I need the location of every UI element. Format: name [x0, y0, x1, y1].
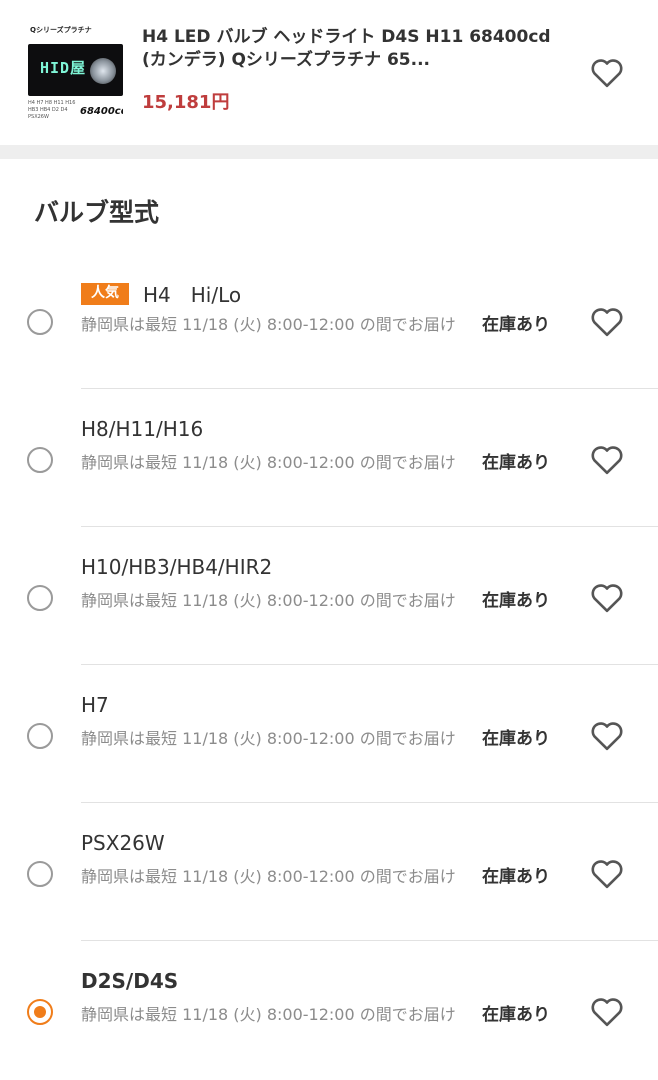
heart-outline-icon[interactable] [587, 577, 627, 617]
product-thumbnail[interactable]: Qシリーズプラチナ HID屋 H4 H7 H8 H11 H16 HB3 HB4 … [28, 22, 123, 120]
delivery-estimate: 静岡県は最短 11/18 (火) 8:00-12:00 の間でお届け [81, 591, 456, 610]
variant-row[interactable]: H10/HB3/HB4/HIR2 静岡県は最短 11/18 (火) 8:00-12… [0, 527, 658, 665]
stock-status: 在庫あり [482, 729, 550, 749]
radio-button[interactable] [27, 861, 53, 887]
thumbnail-brand: Qシリーズプラチナ [30, 26, 92, 34]
thumbnail-candela: 68400cd [80, 106, 123, 117]
stock-status: 在庫あり [482, 867, 550, 887]
heart-outline-icon[interactable] [587, 301, 627, 341]
stock-status: 在庫あり [482, 315, 550, 335]
radio-button[interactable] [27, 585, 53, 611]
variant-name: H10/HB3/HB4/HIR2 [81, 555, 273, 579]
radio-selected[interactable] [27, 999, 53, 1025]
popular-badge: 人気 [81, 282, 129, 305]
heart-outline-icon[interactable] [587, 853, 627, 893]
variant-header: PSX26W [81, 831, 165, 855]
radio-button[interactable] [27, 309, 53, 335]
product-price: 15,181円 [142, 92, 230, 113]
variant-row[interactable]: H8/H11/H16 静岡県は最短 11/18 (火) 8:00-12:00 の間… [0, 389, 658, 527]
delivery-estimate: 静岡県は最短 11/18 (火) 8:00-12:00 の間でお届け [81, 867, 456, 886]
delivery-estimate: 静岡県は最短 11/18 (火) 8:00-12:00 の間でお届け [81, 1005, 456, 1024]
variant-name: H7 [81, 693, 109, 717]
variant-name: H8/H11/H16 [81, 417, 204, 441]
stock-status: 在庫あり [482, 1005, 550, 1025]
variant-header: H10/HB3/HB4/HIR2 [81, 555, 272, 579]
product-title[interactable]: H4 LED バルブ ヘッドライト D4S H11 68400cd (カンデラ)… [142, 26, 572, 72]
variant-row[interactable]: PSX26W 静岡県は最短 11/18 (火) 8:00-12:00 の間でお届け… [0, 803, 658, 941]
delivery-estimate: 静岡県は最短 11/18 (火) 8:00-12:00 の間でお届け [81, 315, 456, 334]
thumbnail-spec: H4 H7 H8 H11 H16 HB3 HB4 D2 D4 PSX26W [28, 100, 76, 120]
variant-name: D2S/D4S [81, 969, 179, 993]
stock-status: 在庫あり [482, 453, 550, 473]
thumbnail-logo: HID屋 [40, 59, 87, 77]
thumbnail-package: HID屋 [28, 44, 123, 96]
heart-outline-icon[interactable] [587, 991, 627, 1031]
variant-row[interactable]: 人気 H4 Hi/Lo 静岡県は最短 11/18 (火) 8:00-12:00 の間… [0, 251, 658, 389]
variant-header: 人気 H4 Hi/Lo [81, 279, 241, 308]
variant-header: H7 [81, 693, 109, 717]
variant-row[interactable]: D2S/D4S 静岡県は最短 11/18 (火) 8:00-12:00 の間でお届… [0, 941, 658, 1079]
variant-name: H4 Hi/Lo [143, 283, 242, 307]
section-divider [0, 145, 658, 159]
delivery-estimate: 静岡県は最短 11/18 (火) 8:00-12:00 の間でお届け [81, 453, 456, 472]
heart-outline-icon[interactable] [587, 52, 627, 92]
bulb-image [90, 58, 116, 84]
variant-header: H8/H11/H16 [81, 417, 203, 441]
variant-name: PSX26W [81, 831, 165, 855]
product-summary[interactable]: Qシリーズプラチナ HID屋 H4 H7 H8 H11 H16 HB3 HB4 … [0, 0, 658, 145]
heart-outline-icon[interactable] [587, 715, 627, 755]
radio-button[interactable] [27, 723, 53, 749]
variant-row[interactable]: H7 静岡県は最短 11/18 (火) 8:00-12:00 の間でお届け 在庫あり [0, 665, 658, 803]
stock-status: 在庫あり [482, 591, 550, 611]
heart-outline-icon[interactable] [587, 439, 627, 479]
radio-button[interactable] [27, 447, 53, 473]
delivery-estimate: 静岡県は最短 11/18 (火) 8:00-12:00 の間でお届け [81, 729, 456, 748]
variant-header: D2S/D4S [81, 969, 178, 993]
section-title: バルブ型式 [34, 198, 160, 227]
